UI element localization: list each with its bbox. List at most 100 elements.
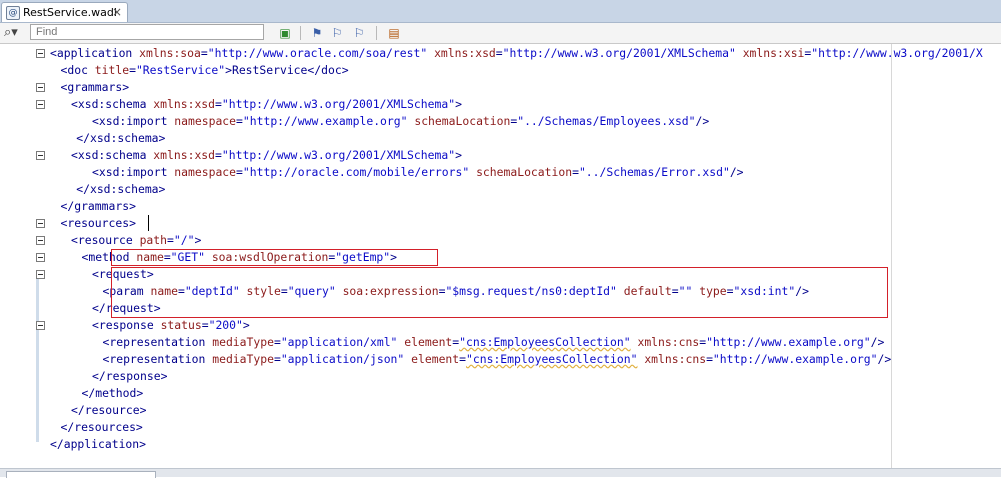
find-next-icon[interactable]: ▣ xyxy=(277,25,293,41)
prev-bookmark-icon[interactable]: ⚐ xyxy=(329,25,345,41)
xml-attribute: schemaLocation xyxy=(476,165,573,179)
fold-toggle-icon[interactable] xyxy=(36,253,45,262)
tab-restservice-wadl[interactable]: @ RestService.wadl × xyxy=(1,2,128,22)
highlight-request-box xyxy=(111,267,888,318)
xml-tag-text: = xyxy=(236,165,243,179)
editor-tab-bar: @ RestService.wadl × xyxy=(0,0,1001,23)
code-text: <xsd:import namespace="http://oracle.com… xyxy=(92,164,744,181)
fold-toggle-icon[interactable] xyxy=(36,270,45,279)
fold-toggle-icon[interactable] xyxy=(36,83,45,92)
xml-tag-text: > xyxy=(194,233,202,247)
code-line[interactable]: <xsd:schema xmlns:xsd="http://www.w3.org… xyxy=(0,96,1001,113)
xml-attribute: xmlns:xsi xyxy=(742,46,805,60)
xml-attribute: schemaLocation xyxy=(414,114,511,128)
code-text: <resource path="/"> xyxy=(71,232,201,249)
xml-attribute: element xyxy=(411,352,460,366)
editor-options-icon[interactable]: ▤ xyxy=(386,25,402,41)
fold-toggle-icon[interactable] xyxy=(36,219,45,228)
xml-attribute-value: "200" xyxy=(208,318,243,332)
xml-tag-text: = xyxy=(201,318,209,332)
code-line[interactable]: <representation mediaType="application/j… xyxy=(0,351,1001,368)
code-line[interactable]: </grammars> xyxy=(0,198,1001,215)
xml-tag-text: <grammars> xyxy=(60,80,130,94)
xml-attribute: element xyxy=(404,335,453,349)
code-text: <xsd:schema xmlns:xsd="http://www.w3.org… xyxy=(71,147,462,164)
code-line[interactable]: </resources> xyxy=(0,419,1001,436)
text-caret xyxy=(148,215,149,231)
code-line[interactable]: <representation mediaType="application/x… xyxy=(0,334,1001,351)
xml-attribute-value: "application/xml" xyxy=(280,335,398,349)
code-text: <grammars> xyxy=(61,79,130,96)
code-text: </xsd:schema> xyxy=(76,130,165,147)
xml-tag-text: /> xyxy=(870,335,885,349)
search-icon[interactable]: ⌕▾ xyxy=(4,25,18,40)
code-line[interactable]: <resources> xyxy=(0,215,1001,232)
xml-tag-text: <application xyxy=(50,46,140,60)
code-text: </response> xyxy=(92,368,167,385)
code-line[interactable]: <xsd:import namespace="http://www.exampl… xyxy=(0,113,1001,130)
xml-tag-text: = xyxy=(215,97,222,111)
xml-attribute-value: "http://www.example.org" xyxy=(706,335,871,349)
xml-tag-text: = xyxy=(706,352,713,366)
bottom-tab[interactable] xyxy=(6,471,156,478)
code-line[interactable]: </method> xyxy=(0,385,1001,402)
xml-tag-text: /> xyxy=(877,352,892,366)
xml-tag-text: = xyxy=(236,114,243,128)
fold-toggle-icon[interactable] xyxy=(36,49,45,58)
xml-tag-text: = xyxy=(215,148,222,162)
xml-tag-text: </application> xyxy=(50,437,147,451)
xml-attribute-value: "http://www.w3.org/2001/X xyxy=(811,46,983,60)
code-line[interactable]: </xsd:schema> xyxy=(0,130,1001,147)
fold-toggle-icon[interactable] xyxy=(36,321,45,330)
xml-tag-text: = xyxy=(495,46,503,60)
xml-attribute: status xyxy=(160,318,202,332)
code-line[interactable]: <xsd:schema xmlns:xsd="http://www.w3.org… xyxy=(0,147,1001,164)
xml-attribute-value: "cns:EmployeesCollection" xyxy=(459,335,631,349)
xml-tag-text: = xyxy=(167,233,174,247)
xml-tag-text: = xyxy=(572,165,579,179)
xml-tag-text xyxy=(736,46,743,60)
xml-tag-text: /> xyxy=(729,165,744,179)
code-line[interactable]: <grammars> xyxy=(0,79,1001,96)
code-text: <xsd:import namespace="http://www.exampl… xyxy=(92,113,709,130)
find-input[interactable] xyxy=(30,24,264,40)
xml-tag-text: = xyxy=(459,352,467,366)
code-text: <representation mediaType="application/j… xyxy=(103,351,892,368)
xml-attribute: xmlns:xsd xyxy=(434,46,496,60)
fold-toggle-icon[interactable] xyxy=(36,236,45,245)
xml-tag-text: <resources> xyxy=(60,216,136,230)
xml-tag-text: <xsd:schema xyxy=(71,97,154,111)
bookmark-icon[interactable]: ⚑ xyxy=(309,25,325,41)
xml-tag-text: <xsd:schema xyxy=(71,148,154,162)
code-line[interactable]: <resource path="/"> xyxy=(0,232,1001,249)
xml-tag-text: <representation xyxy=(102,352,213,366)
find-toolbar: ⌕▾ ▣ ⚑ ⚐ ⚐ ▤ xyxy=(0,23,1001,44)
code-line[interactable]: <xsd:import namespace="http://oracle.com… xyxy=(0,164,1001,181)
toolbar-separator xyxy=(376,26,377,40)
code-line[interactable]: </application> xyxy=(0,436,1001,453)
code-editor[interactable]: <application xmlns:soa="http://www.oracl… xyxy=(0,44,1001,468)
xml-attribute-value: "http://www.w3.org/2001/XMLSchema" xyxy=(221,148,456,162)
xml-tag-text: > xyxy=(455,148,462,162)
code-line[interactable]: </xsd:schema> xyxy=(0,181,1001,198)
xml-tag-text: >RestService</doc> xyxy=(225,63,349,77)
fold-toggle-icon[interactable] xyxy=(36,100,45,109)
xml-attribute-value: "http://www.w3.org/2001/XMLSchema" xyxy=(221,97,456,111)
code-line[interactable]: <doc title="RestService">RestService</do… xyxy=(0,62,1001,79)
xml-attribute: mediaType xyxy=(212,352,274,366)
toolbar-separator xyxy=(300,26,301,40)
xml-tag-text: = xyxy=(273,335,281,349)
code-line[interactable]: <application xmlns:soa="http://www.oracl… xyxy=(0,45,1001,62)
xml-attribute: xmlns:xsd xyxy=(153,148,216,162)
fold-toggle-icon[interactable] xyxy=(36,151,45,160)
xml-attribute-value: "http://www.example.org" xyxy=(242,114,408,128)
xml-tag-text: </xsd:schema> xyxy=(76,131,166,145)
xml-attribute-value: "http://www.oracle.com/soa/rest" xyxy=(207,46,428,60)
next-bookmark-icon[interactable]: ⚐ xyxy=(351,25,367,41)
code-line[interactable]: </resource> xyxy=(0,402,1001,419)
xml-attribute: namespace xyxy=(174,114,237,128)
xml-tag-text: = xyxy=(129,63,136,77)
code-line[interactable]: </response> xyxy=(0,368,1001,385)
close-icon[interactable]: × xyxy=(112,5,122,19)
code-line[interactable]: <response status="200"> xyxy=(0,317,1001,334)
